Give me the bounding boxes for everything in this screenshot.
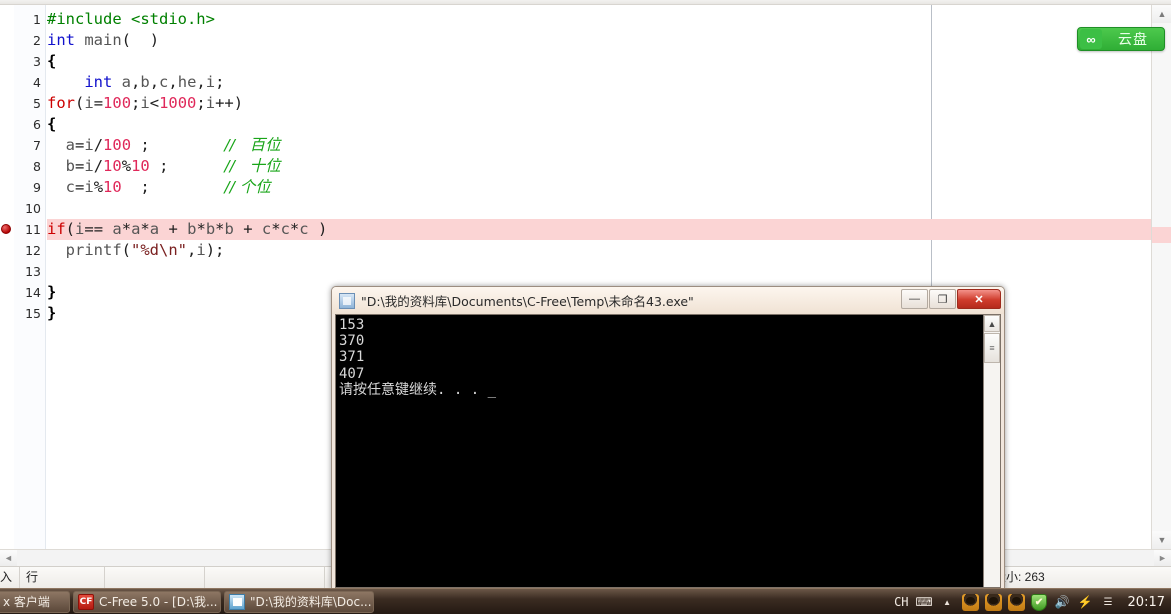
line-number: 5: [33, 96, 41, 111]
console-scrollbar-thumb[interactable]: ≡: [984, 333, 1000, 363]
code-line[interactable]: int main( ): [47, 30, 1151, 51]
code-line[interactable]: a=i/100 ; // 百位: [47, 135, 1151, 156]
qq-icon-1[interactable]: [961, 593, 979, 611]
console-output-text: 153 370 371 407 请按任意键继续. . . _: [339, 317, 497, 398]
breakpoint-marker-icon[interactable]: [1, 224, 11, 234]
editor-vertical-scrollbar[interactable]: ▲ ▼: [1151, 5, 1171, 549]
code-line[interactable]: #include <stdio.h>: [47, 9, 1151, 30]
scroll-up-arrow-icon[interactable]: ▲: [1152, 5, 1171, 23]
line-number: 2: [33, 33, 41, 48]
status-cell-ime: 入: [0, 567, 20, 588]
taskbar-item-label: "D:\我的资料库\Doc...: [250, 595, 372, 609]
minimize-button[interactable]: —: [901, 289, 928, 309]
qq-icon-3[interactable]: [1007, 593, 1025, 611]
console-vertical-scrollbar[interactable]: ▲ ≡: [983, 315, 1000, 587]
line-number: 10: [25, 201, 41, 216]
line-number: 9: [33, 180, 41, 195]
line-number: 8: [33, 159, 41, 174]
code-line[interactable]: for(i=100;i<1000;i++): [47, 93, 1151, 114]
code-line[interactable]: if(i== a*a*a + b*b*b + c*c*c ): [47, 219, 1151, 240]
console-app-icon: [339, 292, 355, 309]
taskbar-item-chat-client[interactable]: x 客户端: [0, 590, 70, 613]
status-cell-4: [205, 567, 325, 588]
taskbar-item-console[interactable]: "D:\我的资料库\Doc...: [224, 590, 374, 613]
desktop-root: 1 2 3 4 5 6 7 8 9 10 11 12 13 14 15 #include <stdio.h>…: [0, 0, 1171, 614]
console-title-bar[interactable]: "D:\我的资料库\Documents\C-Free\Temp\未命名43.ex…: [332, 287, 1004, 314]
line-number: 15: [25, 306, 41, 321]
console-window[interactable]: "D:\我的资料库\Documents\C-Free\Temp\未命名43.ex…: [331, 286, 1005, 590]
window-controls: — ❐ ✕: [900, 289, 1001, 309]
code-line[interactable]: c=i%10 ; // 个位: [47, 177, 1151, 198]
console-title-text: "D:\我的资料库\Documents\C-Free\Temp\未命名43.ex…: [361, 294, 694, 309]
line-number: 14: [25, 285, 41, 300]
line-number-column: 1 2 3 4 5 6 7 8 9 10 11 12 13 14 15: [14, 5, 46, 549]
scroll-down-arrow-icon[interactable]: ▼: [1152, 531, 1171, 549]
security-shield-icon[interactable]: ✔: [1031, 593, 1048, 611]
code-line[interactable]: [47, 261, 1151, 282]
cloud-link-icon: ∞: [1080, 29, 1102, 49]
keyboard-icon[interactable]: ⌨: [915, 594, 932, 611]
status-cell-3: [105, 567, 205, 588]
status-cell-size: 大小: 263: [994, 570, 1045, 584]
close-button[interactable]: ✕: [957, 289, 1001, 309]
taskbar[interactable]: x 客户端 CF C-Free 5.0 - [D:\我... "D:\我的资料库…: [0, 588, 1171, 614]
power-plug-icon[interactable]: ⚡: [1077, 594, 1094, 611]
line-number: 3: [33, 54, 41, 69]
scroll-right-arrow-icon[interactable]: ►: [1154, 550, 1171, 566]
show-hidden-icons-arrow[interactable]: ▲: [939, 594, 956, 611]
line-number: 4: [33, 75, 41, 90]
console-app-icon: [229, 593, 245, 610]
c-free-icon: CF: [78, 593, 94, 610]
cloud-disk-label: 云盘: [1118, 32, 1148, 48]
taskbar-item-label: C-Free 5.0 - [D:\我...: [99, 595, 218, 609]
console-output-area[interactable]: 153 370 371 407 请按任意键继续. . . _ ▲ ≡: [335, 314, 1001, 588]
console-scroll-up-arrow-icon[interactable]: ▲: [984, 315, 1000, 332]
code-line[interactable]: printf("%d\n",i);: [47, 240, 1151, 261]
code-line[interactable]: int a,b,c,he,i;: [47, 72, 1151, 93]
clock[interactable]: 20:17: [1128, 595, 1165, 610]
line-number: 1: [33, 12, 41, 27]
maximize-button[interactable]: ❐: [929, 289, 956, 309]
line-number: 6: [33, 117, 41, 132]
network-icon[interactable]: ☰: [1100, 594, 1117, 611]
qq-icon-2[interactable]: [984, 593, 1002, 611]
scrollbar-line-marker: [1152, 227, 1171, 243]
code-line[interactable]: b=i/10%10 ; // 十位: [47, 156, 1151, 177]
line-number: 13: [25, 264, 41, 279]
line-number: 11: [25, 222, 41, 237]
ime-indicator[interactable]: CH: [894, 595, 908, 609]
taskbar-item-c-free[interactable]: CF C-Free 5.0 - [D:\我...: [73, 590, 221, 613]
scroll-left-arrow-icon[interactable]: ◄: [0, 550, 17, 566]
volume-icon[interactable]: 🔊: [1054, 594, 1071, 611]
cloud-disk-badge[interactable]: ∞ 云盘: [1077, 27, 1165, 51]
code-line[interactable]: {: [47, 51, 1151, 72]
status-cell-line: 行: [20, 567, 105, 588]
system-tray[interactable]: CH ⌨ ▲ ✔ 🔊 ⚡ ☰ 20:17: [890, 589, 1171, 614]
line-number: 12: [25, 243, 41, 258]
taskbar-item-label: x 客户端: [3, 595, 50, 609]
line-number: 7: [33, 138, 41, 153]
code-line[interactable]: {: [47, 114, 1151, 135]
code-line[interactable]: [47, 198, 1151, 219]
